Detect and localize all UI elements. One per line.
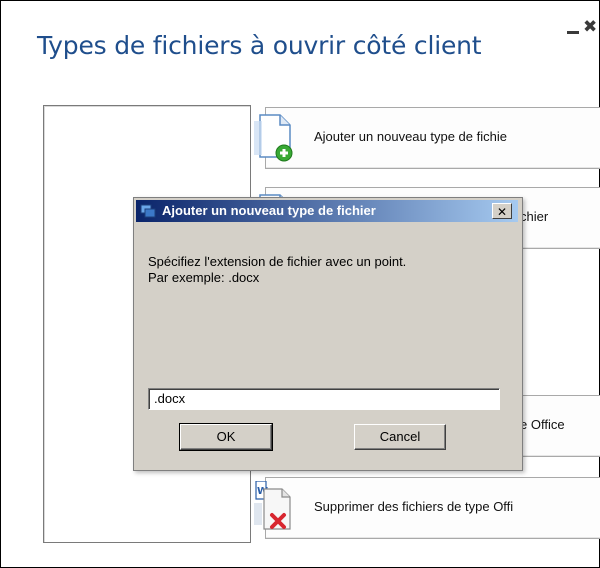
dialog-message-line: Par exemple: .docx <box>148 270 260 285</box>
add-file-type-button[interactable]: Ajouter un nouveau type de fichie <box>254 107 600 169</box>
dialog-message: Spécifiez l'extension de fichier avec un… <box>148 254 508 286</box>
dialog-close-button[interactable]: ✕ <box>492 203 512 219</box>
add-file-type-dialog: Ajouter un nouveau type de fichier ✕ Spé… <box>133 197 523 471</box>
extension-input[interactable]: .docx <box>148 388 500 410</box>
edit-file-type-label: chier <box>520 209 549 224</box>
close-icon[interactable]: ✖ <box>583 19 597 36</box>
delete-office-files-label: Supprimer des fichiers de type Offi <box>314 499 514 514</box>
app-window: Types de fichiers à ouvrir côté client ✖… <box>0 0 600 568</box>
add-file-type-label: Ajouter un nouveau type de fichie <box>314 129 507 144</box>
page-title: Types de fichiers à ouvrir côté client <box>37 31 482 60</box>
document-add-icon <box>254 114 293 162</box>
minimize-icon[interactable] <box>567 31 579 34</box>
ok-button[interactable]: OK <box>179 423 273 451</box>
document-delete-icon: W <box>254 481 291 530</box>
delete-office-files-button[interactable]: W Supprimer des fichiers de type Offi <box>254 477 600 539</box>
office-file-type-label: e Office <box>520 417 565 432</box>
app-icon <box>140 204 156 218</box>
dialog-title: Ajouter un nouveau type de fichier <box>162 203 376 218</box>
cancel-button[interactable]: Cancel <box>354 424 446 450</box>
dialog-message-line: Spécifiez l'extension de fichier avec un… <box>148 254 407 269</box>
dialog-titlebar[interactable]: Ajouter un nouveau type de fichier ✕ <box>136 200 518 222</box>
